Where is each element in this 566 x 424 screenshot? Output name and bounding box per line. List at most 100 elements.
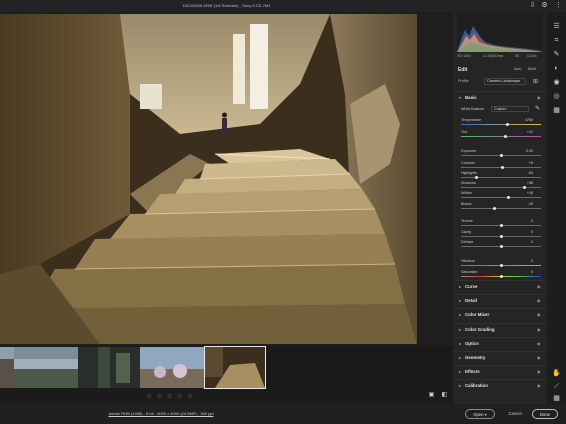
slider-track[interactable] bbox=[461, 176, 541, 179]
slider-track[interactable] bbox=[461, 235, 541, 238]
bw-button[interactable]: B&W bbox=[528, 67, 536, 71]
hand-icon[interactable]: ✋ bbox=[552, 369, 561, 378]
slider-track[interactable] bbox=[461, 154, 541, 157]
eye-icon[interactable]: ◉ bbox=[537, 298, 541, 303]
chevron-down-icon[interactable]: ▾ bbox=[459, 95, 461, 100]
eye-icon[interactable]: ◉ bbox=[537, 355, 541, 360]
chevron-right-icon[interactable]: ▸ bbox=[459, 355, 461, 360]
section-detail[interactable]: Detail bbox=[465, 298, 477, 303]
photo-canvas[interactable] bbox=[0, 14, 417, 344]
section-curve[interactable]: Curve bbox=[465, 284, 477, 289]
slider-track[interactable] bbox=[461, 275, 541, 278]
eye-icon[interactable]: ◉ bbox=[537, 327, 541, 332]
slider-track[interactable] bbox=[461, 245, 541, 248]
white-balance-dropdown[interactable]: Custom bbox=[491, 106, 529, 112]
slider-track[interactable] bbox=[461, 196, 541, 199]
slider-value[interactable]: 0 bbox=[515, 259, 533, 263]
slider-handle[interactable] bbox=[499, 245, 503, 248]
section-color-grading[interactable]: Color Grading bbox=[465, 327, 495, 332]
eye-icon[interactable]: ◉ bbox=[537, 383, 541, 388]
slider-track[interactable] bbox=[461, 207, 541, 210]
slider-handle[interactable] bbox=[499, 264, 503, 267]
section-geometry[interactable]: Geometry bbox=[465, 355, 486, 360]
eyedropper-icon[interactable]: ✎ bbox=[535, 105, 540, 112]
slider-handle[interactable] bbox=[499, 224, 503, 227]
workflow-options-link[interactable]: Adobe RGB (1998) - 8 bit - 6000 x 4000 (… bbox=[0, 411, 322, 416]
slider-value[interactable]: +5 bbox=[515, 161, 533, 165]
filmstrip-view-icon[interactable]: ▣ bbox=[428, 392, 435, 399]
eye-icon[interactable]: ◉ bbox=[537, 284, 541, 289]
slider-handle[interactable] bbox=[474, 176, 478, 179]
open-button[interactable]: Open ▾ bbox=[465, 409, 495, 419]
eye-icon[interactable]: ◉ bbox=[537, 341, 541, 346]
thumbnail-4[interactable] bbox=[140, 347, 204, 388]
section-effects[interactable]: Effects bbox=[465, 369, 480, 374]
slider-value[interactable]: +12 bbox=[515, 130, 533, 134]
more-icon[interactable]: ⋮ bbox=[555, 2, 562, 9]
chevron-right-icon[interactable]: ▸ bbox=[459, 383, 461, 388]
slider-handle[interactable] bbox=[522, 186, 526, 189]
slider-track[interactable] bbox=[461, 186, 541, 189]
slider-track[interactable] bbox=[461, 166, 541, 169]
snapshots-icon[interactable]: ▦ bbox=[552, 106, 561, 115]
slider-value[interactable]: 0 bbox=[515, 270, 533, 274]
cancel-button[interactable]: Cancel bbox=[502, 409, 528, 419]
chevron-right-icon[interactable]: ▸ bbox=[459, 312, 461, 317]
red-eye-icon[interactable]: ◉ bbox=[552, 78, 561, 87]
edit-sliders-icon[interactable]: ☰ bbox=[552, 22, 561, 31]
thumbnail-2[interactable] bbox=[14, 347, 78, 388]
slider-value[interactable]: -63 bbox=[515, 171, 533, 175]
section-basic[interactable]: Basic bbox=[465, 95, 477, 100]
slider-value[interactable]: 0.00 bbox=[515, 149, 533, 153]
eye-icon[interactable]: ◉ bbox=[537, 369, 541, 374]
thumbnail-1[interactable] bbox=[0, 347, 14, 388]
slider-label: Whites bbox=[461, 191, 472, 195]
save-icon[interactable]: ⇩ bbox=[529, 2, 536, 9]
slider-value[interactable]: 0 bbox=[515, 240, 533, 244]
slider-handle[interactable] bbox=[499, 275, 503, 278]
slider-handle[interactable] bbox=[493, 207, 497, 210]
slider-value[interactable]: 0 bbox=[515, 219, 533, 223]
slider-track[interactable] bbox=[461, 135, 541, 138]
slider-handle[interactable] bbox=[506, 196, 510, 199]
masking-icon[interactable]: ◐ bbox=[552, 64, 561, 73]
compare-view-icon[interactable]: ◧ bbox=[441, 392, 448, 399]
gear-icon[interactable]: ⚙ bbox=[541, 2, 548, 9]
section-color-mixer[interactable]: Color Mixer bbox=[465, 312, 489, 317]
presets-icon[interactable]: ◎ bbox=[552, 92, 561, 101]
healing-icon[interactable]: ✎ bbox=[552, 50, 561, 59]
slider-value[interactable]: +58 bbox=[515, 181, 533, 185]
slider-value[interactable]: -16 bbox=[515, 202, 533, 206]
slider-handle[interactable] bbox=[499, 154, 503, 157]
section-optics[interactable]: Optics bbox=[465, 341, 479, 346]
chevron-right-icon[interactable]: ▸ bbox=[459, 298, 461, 303]
grid-icon[interactable]: ▦ bbox=[552, 394, 561, 403]
divider bbox=[453, 308, 547, 309]
slider-handle[interactable] bbox=[499, 235, 503, 238]
slider-value[interactable]: 4750 bbox=[515, 118, 533, 122]
chevron-right-icon[interactable]: ▸ bbox=[459, 341, 461, 346]
eye-icon[interactable]: ◉ bbox=[537, 95, 541, 100]
profile-browser-icon[interactable]: ⊞ bbox=[533, 78, 538, 85]
slider-handle[interactable] bbox=[505, 123, 509, 126]
slider-value[interactable]: 0 bbox=[515, 230, 533, 234]
eyedropper-tool-icon[interactable]: ⟋ bbox=[552, 382, 561, 391]
chevron-right-icon[interactable]: ▸ bbox=[459, 284, 461, 289]
done-button[interactable]: Done bbox=[532, 409, 558, 419]
slider-track[interactable] bbox=[461, 123, 541, 126]
section-calibration[interactable]: Calibration bbox=[465, 383, 488, 388]
slider-track[interactable] bbox=[461, 264, 541, 267]
slider-value[interactable]: +18 bbox=[515, 191, 533, 195]
slider-track[interactable] bbox=[461, 224, 541, 227]
thumbnail-5-selected[interactable] bbox=[204, 346, 266, 389]
chevron-right-icon[interactable]: ▸ bbox=[459, 327, 461, 332]
crop-icon[interactable]: ⌗ bbox=[552, 36, 561, 45]
slider-handle[interactable] bbox=[501, 166, 505, 169]
profile-dropdown[interactable]: Camera Landscape bbox=[484, 78, 526, 85]
thumbnail-3[interactable] bbox=[78, 347, 140, 388]
star-rating[interactable]: ☆ ☆ ☆ ☆ ☆ bbox=[146, 392, 194, 400]
auto-button[interactable]: Auto bbox=[514, 67, 521, 71]
chevron-right-icon[interactable]: ▸ bbox=[459, 369, 461, 374]
slider-handle[interactable] bbox=[504, 135, 508, 138]
eye-icon[interactable]: ◉ bbox=[537, 312, 541, 317]
